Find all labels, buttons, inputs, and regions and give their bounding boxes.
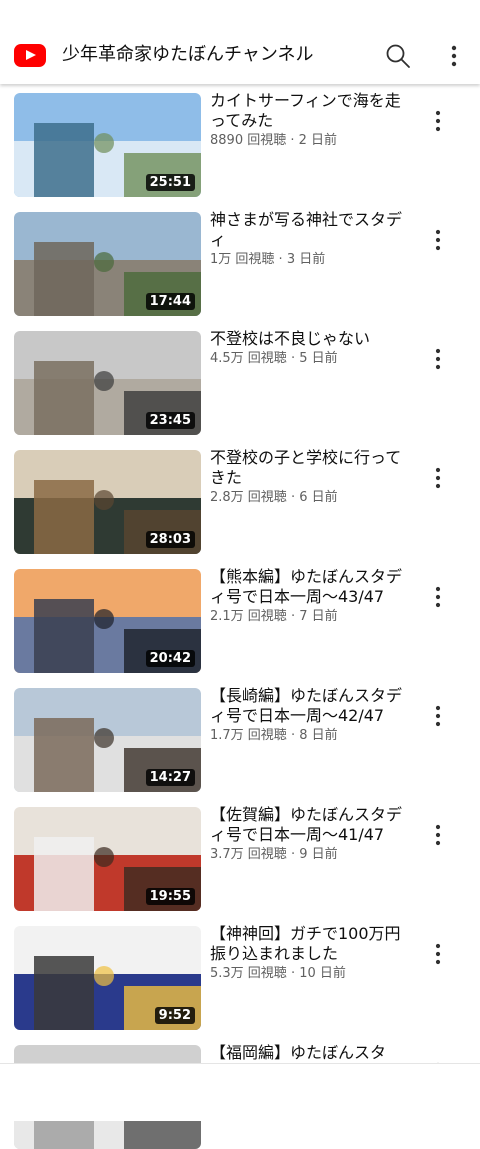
video-list-item[interactable]: 17:44 神さまが写る神社でスタディ 1万 回視聴 · 3 日前 xyxy=(0,210,480,316)
meta-separator: · xyxy=(274,252,287,267)
meta-separator: · xyxy=(286,351,300,366)
video-title[interactable]: 神さまが写る神社でスタディ xyxy=(210,210,415,250)
meta-separator: · xyxy=(286,728,300,743)
video-list-item[interactable]: 28:03 不登校の子と学校に行ってきた 2.8万 回視聴 · 6 日前 xyxy=(0,448,480,554)
video-thumbnail[interactable]: 14:27 xyxy=(14,688,201,792)
more-vertical-icon[interactable] xyxy=(442,42,466,70)
video-list-item[interactable]: 9:52 【神神回】ガチで100万円振り込まれました 5.3万 回視聴 · 10 日… xyxy=(0,924,480,1030)
video-title[interactable]: 【福岡編】ゆたぼんスタ xyxy=(210,1043,415,1063)
meta-separator: · xyxy=(286,609,300,624)
video-duration: 9:52 xyxy=(154,1007,195,1024)
video-duration: 25:51 xyxy=(145,174,195,191)
video-views: 2.8万 回視聴 xyxy=(210,490,287,505)
video-duration: 14:27 xyxy=(145,769,195,786)
video-meta: 2.1万 回視聴 · 7 日前 xyxy=(210,609,338,625)
search-icon[interactable] xyxy=(384,42,412,70)
video-views: 1.7万 回視聴 xyxy=(210,728,287,743)
more-vertical-icon[interactable] xyxy=(426,347,450,371)
video-meta: 8890 回視聴 · 2 日前 xyxy=(210,133,337,149)
video-age: 6 日前 xyxy=(299,490,338,505)
video-title[interactable]: 【神神回】ガチで100万円振り込まれました xyxy=(210,924,415,964)
video-duration: 23:45 xyxy=(145,412,195,429)
meta-separator: · xyxy=(286,847,300,862)
video-duration: 28:03 xyxy=(145,531,195,548)
more-vertical-icon[interactable] xyxy=(426,466,450,490)
video-age: 8 日前 xyxy=(299,728,338,743)
video-title[interactable]: 不登校は不良じゃない xyxy=(210,329,415,349)
video-meta: 1万 回視聴 · 3 日前 xyxy=(210,252,325,268)
more-vertical-icon[interactable] xyxy=(426,109,450,133)
meta-separator: · xyxy=(286,966,300,981)
video-views: 4.5万 回視聴 xyxy=(210,351,287,366)
video-age: 3 日前 xyxy=(286,252,326,267)
video-title[interactable]: 【熊本編】ゆたぼんスタディ号で日本一周〜43/47 xyxy=(210,567,415,607)
video-age: 5 日前 xyxy=(299,351,338,366)
video-thumbnail[interactable]: 9:52 xyxy=(14,926,201,1030)
channel-title: 少年革命家ゆたぼんチャンネル xyxy=(62,44,314,65)
video-duration: 20:42 xyxy=(145,650,195,667)
video-age: 9 日前 xyxy=(299,847,338,862)
video-thumbnail[interactable]: 17:44 xyxy=(14,212,201,316)
more-vertical-icon[interactable] xyxy=(426,585,450,609)
video-title[interactable]: 【佐賀編】ゆたぼんスタディ号で日本一周〜41/47 xyxy=(210,805,415,845)
video-thumbnail[interactable]: 19:55 xyxy=(14,807,201,911)
more-vertical-icon[interactable] xyxy=(426,823,450,847)
video-duration: 17:44 xyxy=(145,293,195,310)
video-thumbnail[interactable]: 20:42 xyxy=(14,569,201,673)
video-views: 5.3万 回視聴 xyxy=(210,966,287,981)
video-views: 1万 回視聴 xyxy=(210,252,275,267)
video-title[interactable]: 【長崎編】ゆたぼんスタディ号で日本一周〜42/47 xyxy=(210,686,415,726)
meta-separator: · xyxy=(286,490,300,505)
video-title[interactable]: 不登校の子と学校に行ってきた xyxy=(210,448,415,488)
meta-separator: · xyxy=(286,133,299,148)
video-list-item[interactable]: 19:55 【佐賀編】ゆたぼんスタディ号で日本一周〜41/47 3.7万 回視聴 ·… xyxy=(0,805,480,911)
video-meta: 3.7万 回視聴 · 9 日前 xyxy=(210,847,338,863)
video-age: 7 日前 xyxy=(299,609,338,624)
video-list-item[interactable]: 23:45 不登校は不良じゃない 4.5万 回視聴 · 5 日前 xyxy=(0,329,480,435)
video-age: 10 日前 xyxy=(299,966,346,981)
video-meta: 5.3万 回視聴 · 10 日前 xyxy=(210,966,346,982)
video-meta: 4.5万 回視聴 · 5 日前 xyxy=(210,351,338,367)
video-duration: 19:55 xyxy=(145,888,195,905)
video-meta: 2.8万 回視聴 · 6 日前 xyxy=(210,490,338,506)
video-thumbnail[interactable]: 28:03 xyxy=(14,450,201,554)
video-views: 8890 回視聴 xyxy=(210,133,287,148)
youtube-logo-icon[interactable] xyxy=(14,44,46,67)
more-vertical-icon[interactable] xyxy=(426,704,450,728)
video-thumbnail[interactable]: 23:45 xyxy=(14,331,201,435)
video-meta: 1.7万 回視聴 · 8 日前 xyxy=(210,728,338,744)
video-views: 2.1万 回視聴 xyxy=(210,609,287,624)
video-views: 3.7万 回視聴 xyxy=(210,847,287,862)
video-title[interactable]: カイトサーフィンで海を走ってみた xyxy=(210,91,415,131)
video-list-item[interactable]: 20:42 【熊本編】ゆたぼんスタディ号で日本一周〜43/47 2.1万 回視聴 ·… xyxy=(0,567,480,673)
more-vertical-icon[interactable] xyxy=(426,942,450,966)
video-age: 2 日前 xyxy=(298,133,338,148)
bottom-bar-area xyxy=(0,1063,480,1121)
video-thumbnail[interactable]: 25:51 xyxy=(14,93,201,197)
video-list-item[interactable]: 25:51 カイトサーフィンで海を走ってみた 8890 回視聴 · 2 日前 xyxy=(0,91,480,197)
more-vertical-icon[interactable] xyxy=(426,228,450,252)
video-list-item[interactable]: 14:27 【長崎編】ゆたぼんスタディ号で日本一周〜42/47 1.7万 回視聴 ·… xyxy=(0,686,480,792)
app-header: 少年革命家ゆたぼんチャンネル xyxy=(0,0,480,84)
